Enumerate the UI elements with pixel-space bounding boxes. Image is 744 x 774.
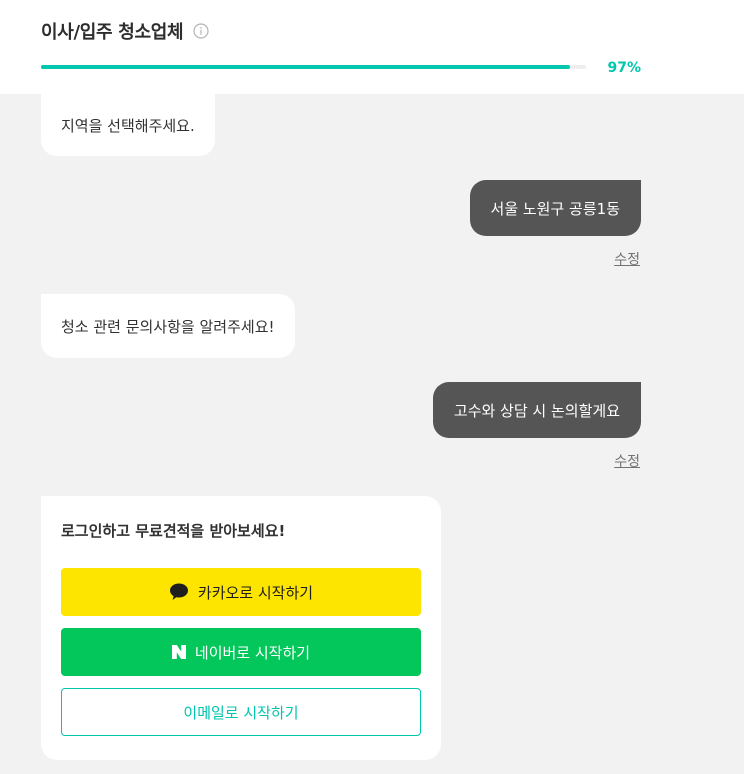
user-message-text: 고수와 상담 시 논의할게요	[453, 401, 620, 420]
bot-message-text: 청소 관련 문의사항을 알려주세요!	[61, 317, 275, 336]
progress-fill	[41, 65, 570, 69]
user-message: 고수와 상담 시 논의할게요	[432, 382, 641, 438]
naver-n-icon	[171, 645, 186, 659]
naver-login-button[interactable]: 네이버로 시작하기	[61, 628, 421, 676]
email-login-button[interactable]: 이메일로 시작하기	[61, 688, 421, 736]
title-row: 이사/입주 청소업체	[41, 18, 209, 44]
bot-message: 지역을 선택해주세요.	[41, 94, 215, 156]
user-message-text: 서울 노원구 공릉1동	[490, 199, 620, 218]
bot-message-text: 지역을 선택해주세요.	[61, 116, 195, 135]
page-title: 이사/입주 청소업체	[41, 22, 184, 43]
user-message: 서울 노원구 공릉1동	[469, 180, 641, 236]
bot-message: 청소 관련 문의사항을 알려주세요!	[41, 294, 295, 358]
kakao-speech-bubble-icon	[169, 583, 189, 601]
login-title: 로그인하고 무료견적을 받아보세요!	[61, 522, 286, 540]
header: 이사/입주 청소업체 97%	[0, 0, 744, 94]
progress-bar	[41, 65, 586, 69]
login-card: 로그인하고 무료견적을 받아보세요! 카카오로 시작하기 네이버로 시작하기 이…	[41, 496, 441, 760]
progress-percent: 97%	[607, 60, 641, 76]
edit-link[interactable]: 수정	[614, 249, 640, 269]
email-login-label: 이메일로 시작하기	[183, 703, 299, 722]
naver-login-label: 네이버로 시작하기	[194, 643, 311, 662]
kakao-login-label: 카카오로 시작하기	[197, 583, 314, 602]
kakao-login-button[interactable]: 카카오로 시작하기	[61, 568, 421, 616]
info-circle-icon[interactable]	[193, 23, 209, 39]
edit-link[interactable]: 수정	[614, 451, 640, 471]
